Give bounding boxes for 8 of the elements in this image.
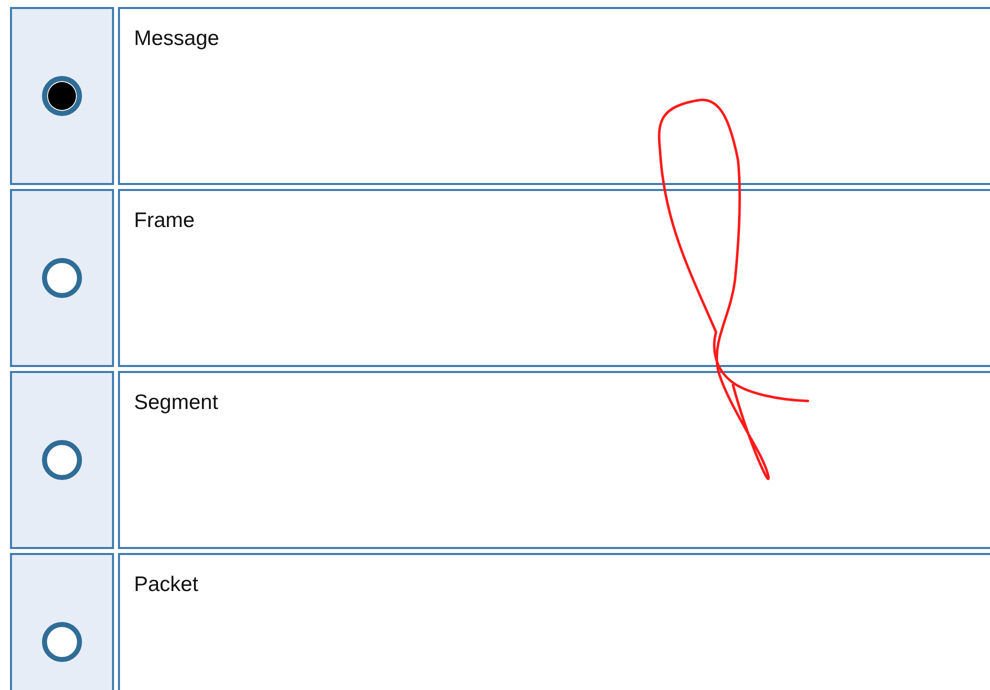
radio-button[interactable] <box>42 258 82 298</box>
radio-button[interactable] <box>42 440 82 480</box>
radio-button[interactable] <box>42 76 82 116</box>
option-label: Packet <box>134 573 198 596</box>
option-label: Frame <box>134 209 195 232</box>
option-label: Message <box>134 27 220 50</box>
radio-button[interactable] <box>42 622 82 662</box>
option-label: Segment <box>134 391 218 414</box>
